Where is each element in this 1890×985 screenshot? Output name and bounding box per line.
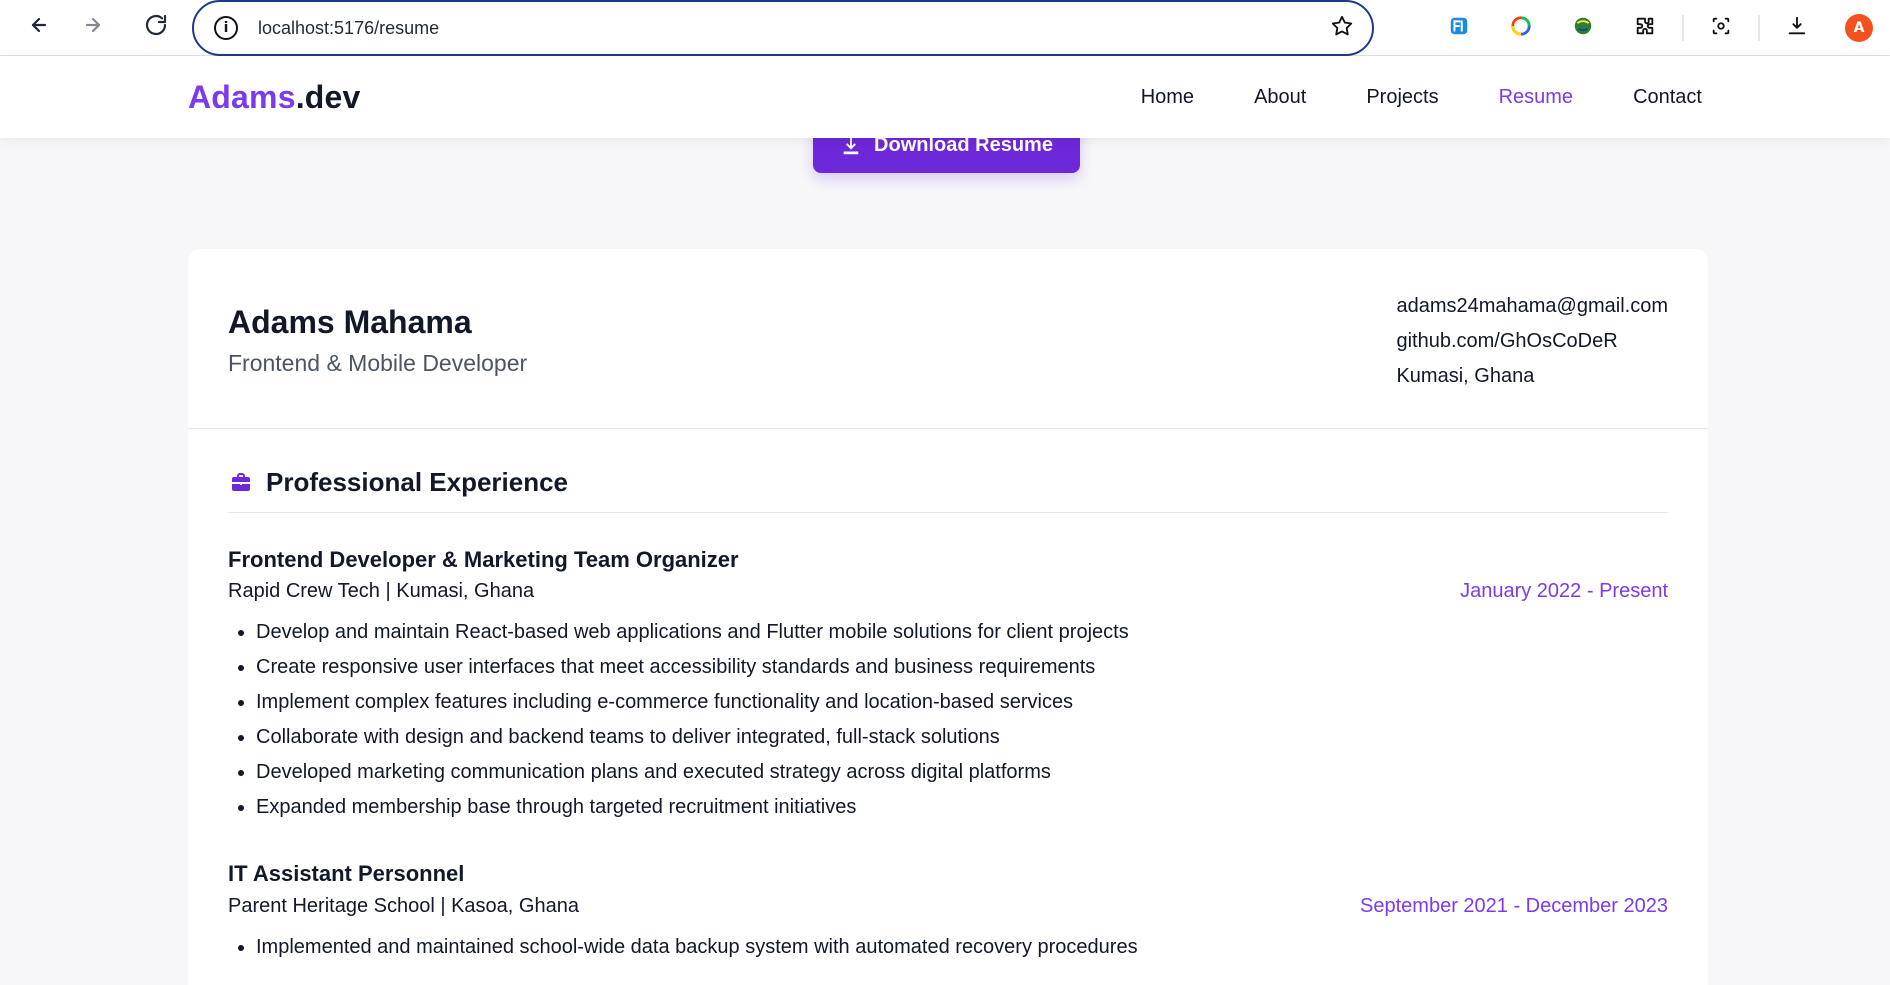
reload-icon <box>144 13 168 42</box>
job-company: Rapid Crew Tech | Kumasi, Ghana <box>228 580 535 603</box>
puzzle-icon <box>1634 15 1656 42</box>
job-item: Frontend Developer & Marketing Team Orga… <box>228 547 1668 825</box>
job-dates: January 2022 - Present <box>1460 580 1668 603</box>
job-bullet: Implement complex features including e-c… <box>256 685 1668 720</box>
job-bullet: Collaborate with design and backend team… <box>256 720 1668 755</box>
extension-globe-icon <box>1572 15 1594 42</box>
bookmark-button[interactable] <box>1328 14 1356 42</box>
avatar: A <box>1845 14 1873 42</box>
job-title: IT Assistant Personnel <box>228 861 465 887</box>
download-resume-label: Download Resume <box>874 138 1053 156</box>
job-bullet: Expanded membership base through targete… <box>256 790 1668 825</box>
contact-block: adams24mahama@gmail.com github.com/GhOsC… <box>1396 289 1668 394</box>
forward-arrow-icon <box>84 13 108 42</box>
back-arrow-icon <box>24 13 48 42</box>
profile-button[interactable]: A <box>1828 0 1890 56</box>
job-dates: September 2021 - December 2023 <box>1360 894 1668 917</box>
nav-link-about[interactable]: About <box>1254 86 1306 109</box>
job-bullet: Create responsive user interfaces that m… <box>256 650 1668 685</box>
download-icon <box>1786 15 1808 42</box>
contact-github[interactable]: github.com/GhOsCoDeR <box>1396 324 1668 359</box>
toolbar-separator <box>1682 15 1684 41</box>
extension-button[interactable] <box>1428 0 1490 56</box>
downloads-button[interactable] <box>1766 0 1828 56</box>
reload-button[interactable] <box>136 8 176 48</box>
extensions-menu-button[interactable] <box>1614 0 1676 56</box>
extension-colorwheel-icon <box>1510 15 1532 42</box>
site-logo[interactable]: Adams .dev <box>188 79 361 116</box>
job-title: Frontend Developer & Marketing Team Orga… <box>228 547 739 572</box>
section-title: Professional Experience <box>228 467 1668 513</box>
download-resume-button[interactable]: Download Resume <box>813 138 1080 173</box>
job-company: Parent Heritage School | Kasoa, Ghana <box>228 894 579 917</box>
screenshot-icon <box>1710 15 1732 42</box>
page-content: Download Resume Adams Mahama Frontend & … <box>0 138 1890 985</box>
job-bullet: Developed marketing communication plans … <box>256 755 1668 790</box>
job-meta: Rapid Crew Tech | Kumasi, Ghana January … <box>228 580 1668 603</box>
job-bullets: Implemented and maintained school-wide d… <box>228 930 1668 965</box>
download-icon <box>840 138 862 157</box>
nav-link-home[interactable]: Home <box>1141 86 1194 109</box>
job-meta: Parent Heritage School | Kasoa, Ghana Se… <box>228 895 1668 918</box>
extension-button[interactable] <box>1490 0 1552 56</box>
section-title-text: Professional Experience <box>266 467 569 497</box>
resume-header: Adams Mahama Frontend & Mobile Developer… <box>188 249 1708 429</box>
forward-button[interactable] <box>76 8 116 48</box>
experience-section: Professional Experience Frontend Develop… <box>188 429 1708 965</box>
top-nav: Home About Projects Resume Contact <box>1141 86 1702 109</box>
contact-email[interactable]: adams24mahama@gmail.com <box>1396 289 1668 324</box>
job-item: IT Assistant Personnel Parent Heritage S… <box>228 861 1668 964</box>
info-icon[interactable]: i <box>214 16 238 40</box>
nav-link-projects[interactable]: Projects <box>1366 86 1438 109</box>
briefcase-icon <box>228 470 254 496</box>
toolbar-separator <box>1758 15 1760 41</box>
contact-location: Kumasi, Ghana <box>1396 365 1535 387</box>
back-button[interactable] <box>16 8 56 48</box>
extensions-area: A <box>1428 0 1890 56</box>
job-bullets: Develop and maintain React-based web app… <box>228 615 1668 825</box>
brand-prefix: Adams <box>188 78 296 115</box>
screenshot-button[interactable] <box>1690 0 1752 56</box>
nav-link-resume[interactable]: Resume <box>1499 86 1573 109</box>
extension-fi-icon <box>1448 15 1470 42</box>
nav-link-contact[interactable]: Contact <box>1633 86 1702 109</box>
star-icon <box>1331 15 1353 42</box>
address-bar[interactable]: i localhost:5176/resume <box>192 0 1374 56</box>
url-text[interactable]: localhost:5176/resume <box>258 18 1328 39</box>
resume-card: Adams Mahama Frontend & Mobile Developer… <box>188 249 1708 985</box>
brand-suffix: .dev <box>295 78 361 115</box>
job-bullet: Implemented and maintained school-wide d… <box>256 930 1668 965</box>
job-bullet: Develop and maintain React-based web app… <box>256 615 1668 650</box>
site-header: Adams .dev Home About Projects Resume Co… <box>0 56 1890 138</box>
browser-toolbar: i localhost:5176/resume A <box>0 0 1890 56</box>
extension-button[interactable] <box>1552 0 1614 56</box>
